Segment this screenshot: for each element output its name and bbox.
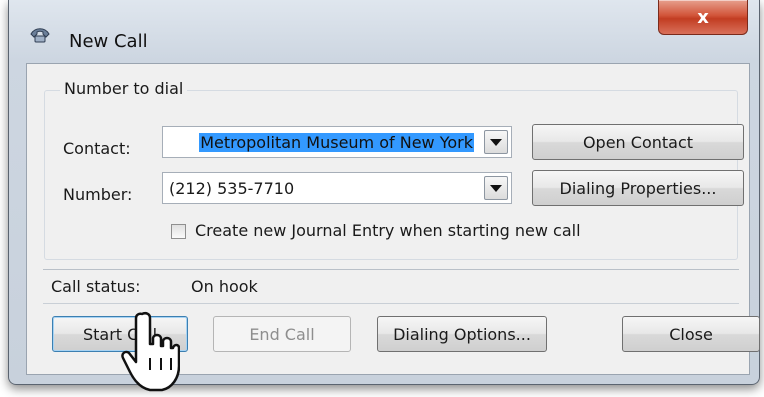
journal-entry-label[interactable]: Create new Journal Entry when starting n… [195, 221, 581, 240]
contact-label: Contact: [63, 139, 131, 158]
call-status-label: Call status: [51, 277, 141, 296]
dialing-properties-button[interactable]: Dialing Properties... [532, 170, 744, 206]
dialing-options-button[interactable]: Dialing Options... [377, 316, 547, 352]
status-separator [43, 269, 739, 270]
contact-combo[interactable]: Metropolitan Museum of New York [162, 126, 512, 158]
number-label: Number: [63, 185, 133, 204]
close-icon: x [697, 6, 709, 28]
contact-dropdown-button[interactable] [484, 130, 508, 154]
window-title: New Call [69, 31, 148, 52]
group-label: Number to dial [60, 79, 188, 98]
contact-value-clip: Metropolitan Museum of New York [166, 130, 478, 154]
title-bar[interactable]: New Call x [9, 0, 759, 55]
open-contact-button[interactable]: Open Contact [532, 124, 744, 160]
call-status-value: On hook [191, 277, 258, 296]
close-window-button[interactable]: x [658, 0, 748, 35]
hand-pointer-icon [121, 311, 180, 392]
end-call-button[interactable]: End Call [213, 316, 351, 352]
chevron-down-icon [490, 184, 502, 192]
journal-entry-checkbox[interactable] [171, 224, 186, 239]
number-combo[interactable]: (212) 535-7710 [162, 172, 512, 204]
phone-icon [30, 28, 50, 43]
button-row-separator [43, 303, 739, 304]
contact-value[interactable]: Metropolitan Museum of New York [199, 133, 474, 152]
number-value[interactable]: (212) 535-7710 [169, 179, 294, 198]
close-button[interactable]: Close [622, 316, 760, 352]
number-dropdown-button[interactable] [484, 176, 508, 200]
chevron-down-icon [490, 138, 502, 146]
